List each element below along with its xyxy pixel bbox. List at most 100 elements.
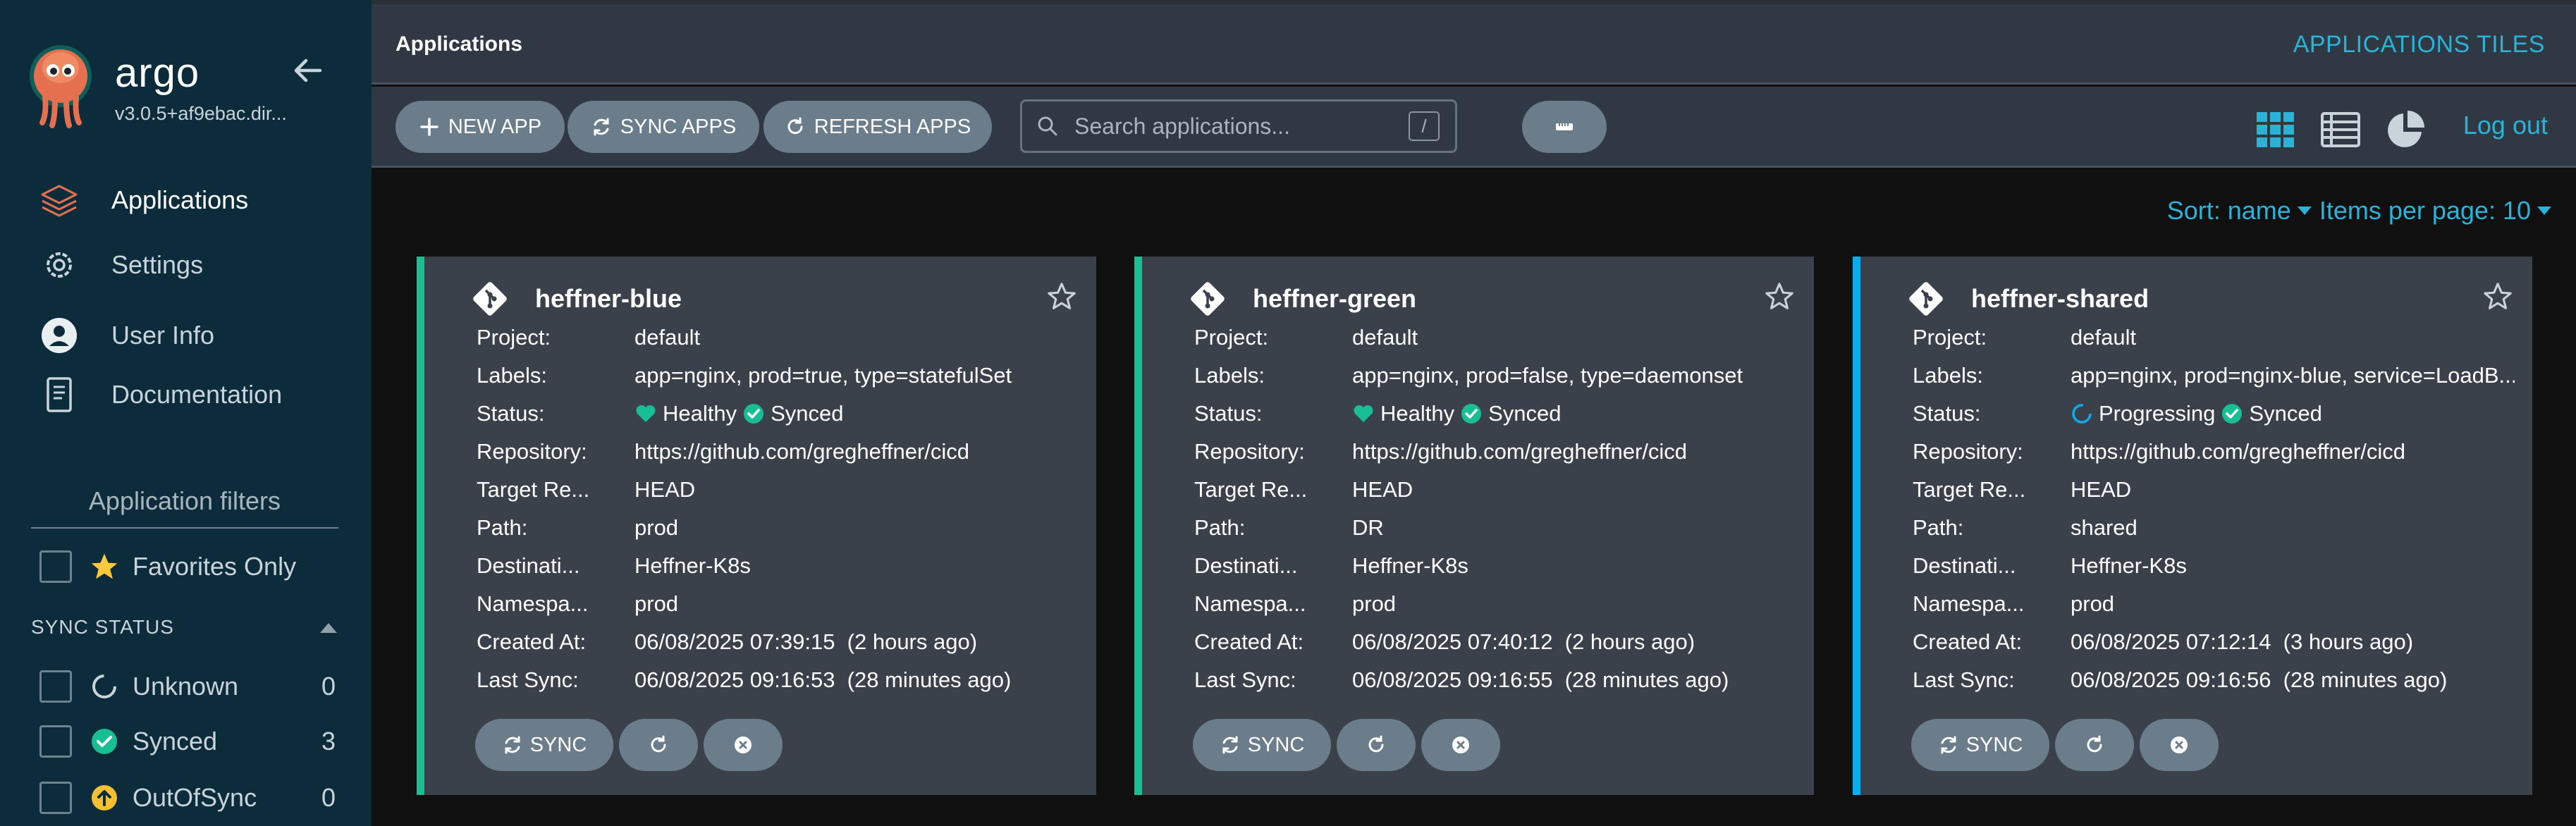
unknown-checkbox[interactable] xyxy=(39,670,72,703)
status-value: Healthy Synced xyxy=(634,401,1079,426)
logout-link[interactable]: Log out xyxy=(2463,111,2548,140)
arrow-up-circle-icon xyxy=(92,785,117,810)
project-value: default xyxy=(2071,325,2137,350)
tiles-view-icon[interactable] xyxy=(2254,108,2298,152)
git-icon xyxy=(1909,282,1943,316)
project-value: default xyxy=(1352,325,1418,350)
app-card-heffner-blue[interactable]: heffner-blue Project: default Labels: app=… xyxy=(417,257,1096,795)
target-key: Target Re... xyxy=(1913,477,2026,502)
project-key: Project: xyxy=(1913,325,1987,350)
sort-dropdown[interactable]: Sort: name xyxy=(2167,196,2312,226)
page-title: Applications xyxy=(395,32,523,56)
display-options-button[interactable] xyxy=(1522,101,1607,153)
favorite-star-icon[interactable] xyxy=(1763,281,1796,313)
destination-value: Heffner-K8s xyxy=(2071,553,2187,578)
last-sync-value: 06/08/2025 09:16:53 (28 minutes ago) xyxy=(634,667,1012,692)
target-key: Target Re... xyxy=(1194,477,1308,502)
app-name[interactable]: heffner-blue xyxy=(535,284,682,314)
items-per-page-dropdown[interactable]: Items per page: 10 xyxy=(2319,196,2552,226)
repository-value[interactable]: https://github.com/gregheffner/cicd xyxy=(634,439,1079,464)
namespace-key: Namespa... xyxy=(477,591,589,616)
favorite-star-icon[interactable] xyxy=(1045,281,1078,313)
sort-bar: Sort: name Items per page: 10 xyxy=(2167,196,2552,226)
created-value: 06/08/2025 07:12:14 (3 hours ago) xyxy=(2071,629,2414,654)
sync-button[interactable]: SYNC xyxy=(1193,719,1331,771)
plus-icon xyxy=(420,118,438,136)
filter-outofsync[interactable]: OutOfSync 0 xyxy=(39,778,336,818)
header-top-strip xyxy=(372,0,2576,4)
app-card-heffner-green[interactable]: heffner-green Project: default Labels: app… xyxy=(1134,257,1814,795)
nav-documentation[interactable]: Documentation xyxy=(37,372,361,417)
heart-icon xyxy=(636,405,656,422)
last-sync-key: Last Sync: xyxy=(1913,667,2015,692)
status-value: Progressing Synced xyxy=(2071,401,2515,426)
search-input[interactable] xyxy=(1074,113,1409,140)
sync-button[interactable]: SYNC xyxy=(1911,719,2049,771)
path-value: shared xyxy=(2071,515,2138,540)
repository-value[interactable]: https://github.com/gregheffner/cicd xyxy=(1352,439,1796,464)
app-name[interactable]: heffner-shared xyxy=(1971,284,2149,314)
refresh-button[interactable] xyxy=(619,719,698,771)
items-per-page-label: Items per page: 10 xyxy=(2319,196,2531,225)
favorites-only-filter[interactable]: Favorites Only xyxy=(39,547,296,586)
sync-status: Synced xyxy=(771,401,844,426)
filter-unknown[interactable]: Unknown 0 xyxy=(39,667,336,706)
delete-button[interactable] xyxy=(2140,719,2219,771)
destination-key: Destinati... xyxy=(1913,553,2016,578)
sidebar: argo v3.0.5+af9ebac.dir... Applications … xyxy=(0,0,372,826)
caret-up-icon[interactable] xyxy=(317,619,340,634)
path-key: Path: xyxy=(477,515,528,540)
target-key: Target Re... xyxy=(477,477,590,502)
pie-chart-view-icon[interactable] xyxy=(2384,108,2427,152)
sync-apps-button[interactable]: SYNC APPS xyxy=(568,101,759,153)
favorite-star-icon[interactable] xyxy=(2482,281,2514,313)
nav-settings[interactable]: Settings xyxy=(37,242,361,288)
check-circle-icon xyxy=(744,404,764,424)
app-card-heffner-shared[interactable]: heffner-shared Project: default Labels: ap… xyxy=(1853,257,2532,795)
refresh-icon xyxy=(2087,735,2102,753)
filter-synced[interactable]: Synced 3 xyxy=(39,722,336,761)
favorites-checkbox[interactable] xyxy=(39,550,72,583)
labels-value: app=nginx, prod=false, type=daemonset xyxy=(1352,363,1743,388)
brand-name: argo xyxy=(115,50,200,96)
new-app-button[interactable]: NEW APP xyxy=(395,101,565,153)
path-value: prod xyxy=(634,515,679,540)
refresh-button[interactable] xyxy=(2055,719,2134,771)
nav-label: User Info xyxy=(111,321,215,350)
sync-label: SYNC xyxy=(1247,733,1305,756)
last-sync-value: 06/08/2025 09:16:56 (28 minutes ago) xyxy=(2071,667,2448,692)
check-circle-icon xyxy=(1461,404,1482,424)
search-box[interactable]: / xyxy=(1020,99,1457,153)
close-circle-icon xyxy=(735,736,752,753)
repository-value[interactable]: https://github.com/gregheffner/cicd xyxy=(2071,439,2515,464)
circle-notch-icon xyxy=(2072,404,2092,424)
namespace-value: prod xyxy=(2071,591,2115,616)
search-icon xyxy=(1038,116,1057,136)
refresh-button[interactable] xyxy=(1337,719,1416,771)
health-status: Healthy xyxy=(663,401,737,426)
labels-key: Labels: xyxy=(1913,363,1983,388)
view-title: APPLICATIONS TILES xyxy=(2293,31,2545,58)
sync-status-heading: SYNC STATUS xyxy=(31,616,174,638)
filter-label: OutOfSync xyxy=(133,783,257,812)
sync-label: SYNC xyxy=(529,733,587,756)
namespace-key: Namespa... xyxy=(1194,591,1306,616)
nav-applications[interactable]: Applications xyxy=(37,178,361,223)
search-shortcut-key: / xyxy=(1409,111,1440,141)
path-key: Path: xyxy=(1913,515,1964,540)
delete-button[interactable] xyxy=(704,719,783,771)
refresh-apps-button[interactable]: REFRESH APPS xyxy=(763,101,992,153)
heart-icon xyxy=(1354,405,1373,422)
app-name[interactable]: heffner-green xyxy=(1253,284,1416,314)
delete-button[interactable] xyxy=(1421,719,1500,771)
collapse-sidebar-arrow-icon[interactable] xyxy=(289,52,326,89)
close-circle-icon xyxy=(1452,736,1469,753)
refresh-icon xyxy=(1368,735,1384,753)
nav-user-info[interactable]: User Info xyxy=(37,313,361,358)
sync-button[interactable]: SYNC xyxy=(475,719,613,771)
outofsync-checkbox[interactable] xyxy=(39,782,72,814)
synced-checkbox[interactable] xyxy=(39,725,72,758)
list-view-icon[interactable] xyxy=(2319,108,2362,152)
sync-label: SYNC xyxy=(1965,733,2023,756)
path-key: Path: xyxy=(1194,515,1246,540)
